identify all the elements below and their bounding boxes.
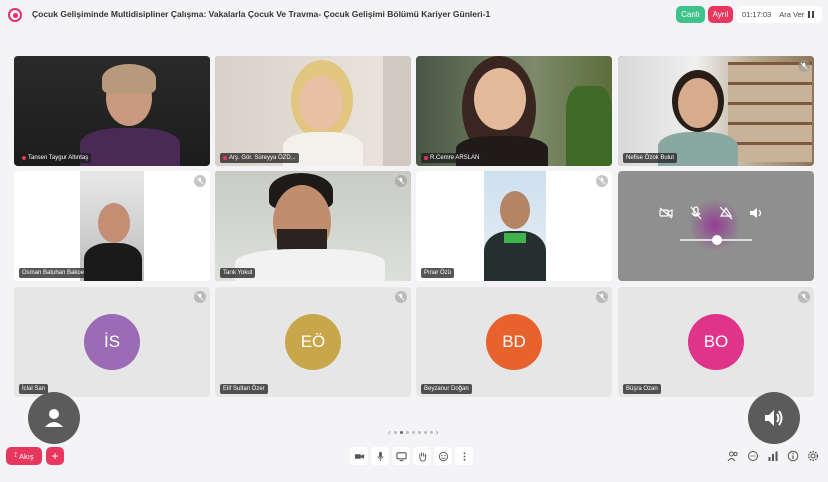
user-icon: [45, 409, 63, 427]
screen-share-icon: [395, 451, 407, 461]
profile-button[interactable]: [28, 392, 80, 444]
mic-muted-icon: [395, 291, 407, 303]
pause-label: Ara Ver: [779, 10, 805, 19]
participant-tile[interactable]: BO Büşra Ozan: [618, 287, 814, 397]
page-dot-active[interactable]: [399, 431, 403, 434]
video-feed: [80, 171, 144, 281]
mic-muted-icon: [798, 291, 810, 303]
avatar: İS: [84, 314, 140, 370]
video-feed: [618, 56, 814, 166]
live-button[interactable]: Canlı: [676, 6, 705, 23]
participant-tile[interactable]: Arş. Gör. Süreyya ÖZD...: [215, 56, 411, 166]
microphone-button[interactable]: [371, 447, 389, 465]
video-feed: [14, 56, 210, 166]
participant-tile[interactable]: Osman Batuhan Bakoe: [14, 171, 210, 281]
leave-button[interactable]: Ayrıl: [708, 6, 733, 23]
mic-muted-icon: [395, 175, 407, 187]
avatar: BD: [486, 314, 542, 370]
page-dot[interactable]: [429, 431, 433, 434]
emoji-icon: [438, 451, 448, 461]
next-page-button[interactable]: ›: [436, 428, 439, 437]
participant-name: Tarık Yokut: [220, 268, 256, 278]
info-icon[interactable]: [786, 449, 800, 463]
participant-tile[interactable]: Tarık Yokut: [215, 171, 411, 281]
mic-muted-icon: [596, 175, 608, 187]
screen-share-off-icon[interactable]: [718, 205, 734, 226]
participant-name: Pınar Özü: [421, 268, 455, 278]
avatar: BO: [688, 314, 744, 370]
page-dot[interactable]: [417, 431, 421, 434]
participant-tile[interactable]: Nefise Özok Bulut: [618, 56, 814, 166]
self-control-icons: [658, 205, 764, 226]
meeting-window: Çocuk Gelişiminde Multidisipliner Çalışm…: [0, 0, 828, 482]
page-dot[interactable]: [411, 431, 415, 434]
screen-share-button[interactable]: [392, 447, 410, 465]
mic-muted-icon: [798, 60, 810, 72]
speaker-icon[interactable]: [748, 205, 764, 226]
participants-icon[interactable]: [726, 449, 740, 463]
participant-tile[interactable]: EÖ Elif Sultan Özer: [215, 287, 411, 397]
flow-icon: ⟟: [14, 452, 17, 459]
more-icon: [463, 451, 465, 461]
participant-name: İclal San: [19, 384, 49, 394]
camera-off-icon[interactable]: [658, 205, 674, 226]
camera-icon: [354, 453, 364, 459]
page-dot[interactable]: [405, 431, 409, 434]
add-button[interactable]: +: [46, 447, 64, 465]
participant-tile[interactable]: Tansen Taygur Altıntaş: [14, 56, 210, 166]
hand-raise-icon: [418, 451, 426, 462]
participant-name: Tansen Taygur Altıntaş: [19, 153, 92, 163]
participant-name: Elif Sultan Özer: [220, 384, 268, 394]
volume-slider-knob[interactable]: [712, 235, 722, 245]
pause-icon: [808, 11, 814, 18]
participant-tile[interactable]: R.Cemre ARSLAN: [416, 56, 612, 166]
avatar: EÖ: [285, 314, 341, 370]
meeting-title: Çocuk Gelişiminde Multidisipliner Çalışm…: [32, 9, 491, 19]
flow-button[interactable]: ⟟ Akış: [6, 447, 42, 465]
more-options-button[interactable]: [455, 447, 473, 465]
mic-off-icon[interactable]: [688, 205, 704, 226]
participant-name: Büşra Ozan: [623, 384, 661, 394]
video-feed: [484, 171, 546, 281]
mic-muted-icon: [194, 175, 206, 187]
stats-icon[interactable]: [766, 449, 780, 463]
video-feed: [416, 56, 612, 166]
self-control-tile[interactable]: [618, 171, 814, 281]
video-feed: [215, 171, 411, 281]
settings-icon[interactable]: [806, 449, 820, 463]
prev-page-button[interactable]: ‹: [388, 428, 391, 437]
speaker-icon: [765, 410, 783, 426]
participant-name: Osman Batuhan Bakoe: [19, 268, 88, 278]
participant-name: Nefise Özok Bulut: [623, 153, 678, 163]
timer-pause-control[interactable]: 01:17:03 Ara Ver: [736, 6, 822, 23]
participant-tile[interactable]: BD Beyzanur Doğan: [416, 287, 612, 397]
video-feed: [215, 56, 411, 166]
page-indicator: ‹ ›: [388, 428, 438, 437]
app-logo-icon: [8, 8, 22, 22]
participant-name: Beyzanur Doğan: [421, 384, 472, 394]
raise-hand-button[interactable]: [413, 447, 431, 465]
camera-button[interactable]: [350, 447, 368, 465]
emoji-button[interactable]: [434, 447, 452, 465]
side-panel-icons: [726, 449, 820, 463]
microphone-icon: [376, 451, 384, 461]
top-bar: Çocuk Gelişiminde Multidisipliner Çalışm…: [0, 0, 828, 30]
page-dot[interactable]: [393, 431, 397, 434]
mic-muted-icon: [596, 291, 608, 303]
mic-muted-icon: [194, 291, 206, 303]
chat-icon[interactable]: [746, 449, 760, 463]
page-dot[interactable]: [423, 431, 427, 434]
participant-name: R.Cemre ARSLAN: [421, 153, 483, 163]
participant-tile[interactable]: İS İclal San: [14, 287, 210, 397]
participant-name: Arş. Gör. Süreyya ÖZD...: [220, 153, 299, 163]
elapsed-timer: 01:17:03: [742, 10, 772, 19]
media-toolbar: [350, 447, 473, 465]
audio-button[interactable]: [748, 392, 800, 444]
participant-tile[interactable]: Pınar Özü: [416, 171, 612, 281]
